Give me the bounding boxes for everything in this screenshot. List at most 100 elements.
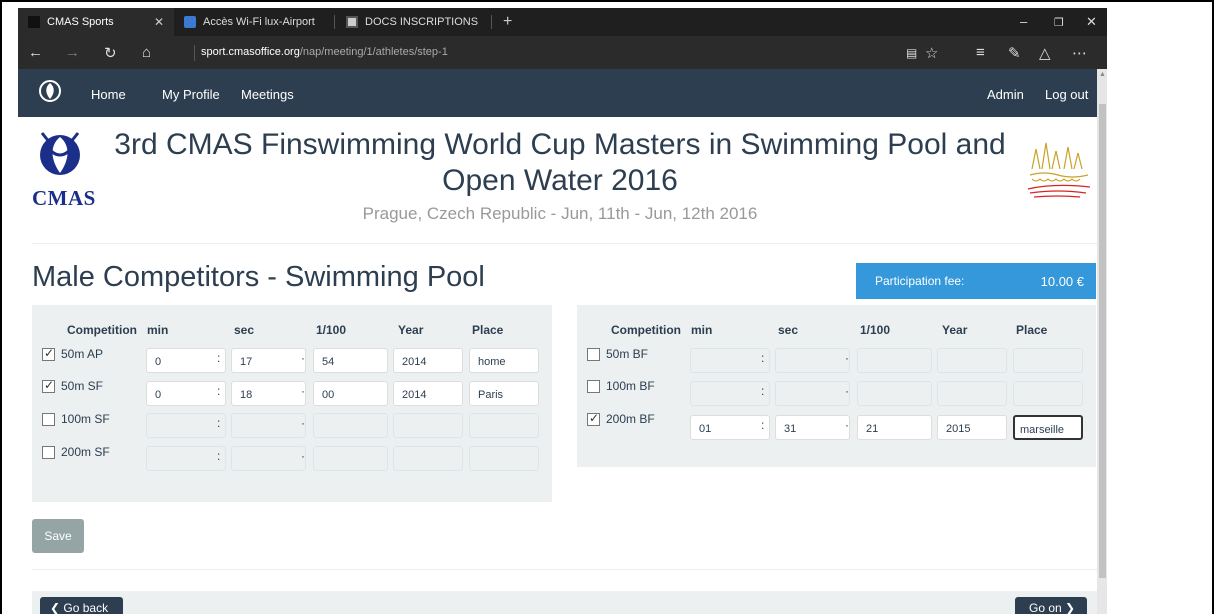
col-competition: Competition	[611, 323, 681, 337]
year-input[interactable]: 2014	[393, 381, 463, 406]
url-field[interactable]: sport.cmasoffice.org/nap/meeting/1/athle…	[201, 46, 448, 58]
left-competition-panel: Competition min sec 1/100 Year Place 50m…	[32, 305, 552, 502]
place-input[interactable]: marseille	[1013, 415, 1083, 440]
event-checkbox[interactable]	[587, 347, 600, 361]
event-subtitle: Prague, Czech Republic - Jun, 11th - Jun…	[362, 204, 758, 223]
nav-logout[interactable]: Log out	[1045, 87, 1088, 102]
reading-view-icon[interactable]: ▤	[906, 46, 917, 60]
hundredths-input[interactable]	[313, 446, 388, 471]
new-tab-button[interactable]: +	[503, 8, 512, 36]
sec-input[interactable]: 18	[231, 381, 306, 406]
tab-label: DOCS INSCRIPTIONS	[365, 16, 479, 28]
sec-input[interactable]	[231, 413, 306, 438]
year-input[interactable]	[937, 348, 1007, 373]
home-icon[interactable]: ⌂	[142, 44, 151, 61]
hundredths-input[interactable]	[313, 413, 388, 438]
min-input[interactable]	[146, 413, 226, 438]
hundredths-input[interactable]: 54	[313, 348, 388, 373]
hundredths-input[interactable]	[857, 381, 932, 406]
tab-favicon-icon	[28, 16, 40, 28]
minimize-icon[interactable]: –	[1020, 14, 1027, 29]
event-checkbox[interactable]	[42, 412, 55, 426]
tab-wifi-airport[interactable]: Accès Wi-Fi lux-Airport	[174, 8, 332, 36]
min-input[interactable]	[690, 348, 770, 373]
hundredths-input[interactable]	[857, 348, 932, 373]
min-input[interactable]: 0	[146, 348, 226, 373]
place-input[interactable]	[1013, 348, 1083, 373]
go-on-label: Go on	[1029, 601, 1062, 614]
nav-admin[interactable]: Admin	[987, 87, 1024, 102]
nav-meetings[interactable]: Meetings	[241, 87, 294, 102]
tab-docs-inscriptions[interactable]: DOCS INSCRIPTIONS	[336, 8, 488, 36]
cmas-nav-logo-icon[interactable]	[38, 79, 62, 103]
scroll-up-icon[interactable]: ▲	[1099, 71, 1106, 78]
refresh-icon[interactable]: ↻	[104, 44, 117, 62]
place-input[interactable]	[469, 446, 539, 471]
sec-input[interactable]	[775, 381, 850, 406]
event-row-100m-sf[interactable]: 100m SF	[42, 412, 110, 426]
go-back-button[interactable]: ❮ Go back	[40, 597, 123, 614]
min-input[interactable]: 0	[146, 381, 226, 406]
min-input[interactable]: 01	[690, 415, 770, 440]
year-input[interactable]: 2014	[393, 348, 463, 373]
browser-tab-strip: CMAS Sports ✕ Accès Wi-Fi lux-Airport DO…	[18, 8, 1107, 36]
sec-input[interactable]: 17	[231, 348, 306, 373]
place-input[interactable]	[469, 413, 539, 438]
web-note-icon[interactable]: ✎	[1008, 44, 1021, 62]
col-place: Place	[1016, 323, 1048, 337]
event-row-100m-bf[interactable]: 100m BF	[587, 379, 655, 393]
event-checkbox[interactable]	[587, 379, 600, 393]
url-host: sport.cmasoffice.org	[201, 46, 300, 58]
sec-input[interactable]: 31	[775, 415, 850, 440]
event-checkbox[interactable]	[42, 346, 55, 361]
hundredths-input[interactable]: 21	[857, 415, 932, 440]
close-window-icon[interactable]: ✕	[1086, 14, 1097, 30]
year-input[interactable]	[937, 381, 1007, 406]
col-sec: sec	[778, 323, 799, 337]
place-input[interactable]: home	[469, 348, 539, 373]
event-row-200m-bf[interactable]: 200m BF	[587, 411, 655, 426]
forward-icon[interactable]: →	[65, 44, 80, 61]
event-row-50m-bf[interactable]: 50m BF	[587, 347, 648, 361]
back-icon[interactable]: ←	[28, 44, 43, 61]
save-button[interactable]: Save	[32, 519, 84, 553]
footer-divider	[32, 569, 1097, 570]
nav-my-profile[interactable]: My Profile	[162, 87, 220, 102]
favorite-star-icon[interactable]: ☆	[925, 44, 938, 62]
go-back-label: Go back	[63, 601, 109, 614]
tab-cmas-sports[interactable]: CMAS Sports ✕	[18, 8, 174, 36]
dot-separator: ·	[845, 418, 849, 432]
participation-fee-box: Participation fee: 10.00 €	[856, 263, 1096, 299]
year-input[interactable]	[393, 413, 463, 438]
year-input[interactable]	[393, 446, 463, 471]
share-icon[interactable]: △	[1039, 44, 1051, 62]
docs-favicon-icon	[346, 16, 358, 28]
min-input[interactable]	[146, 446, 226, 471]
event-checkbox[interactable]	[42, 378, 55, 393]
sec-input[interactable]	[775, 348, 850, 373]
event-row-200m-sf[interactable]: 200m SF	[42, 445, 110, 459]
event-checkbox[interactable]	[587, 411, 600, 426]
dot-separator: ·	[845, 384, 849, 398]
col-sec: sec	[234, 323, 255, 337]
event-row-50m-ap[interactable]: 50m AP	[42, 346, 103, 361]
place-input[interactable]	[1013, 381, 1083, 406]
min-input[interactable]	[690, 381, 770, 406]
url-divider	[194, 45, 195, 61]
sec-input[interactable]	[231, 446, 306, 471]
close-tab-icon[interactable]: ✕	[154, 15, 164, 29]
restore-icon[interactable]: ❐	[1054, 16, 1064, 29]
hub-icon[interactable]: ≡	[976, 44, 985, 61]
go-on-button[interactable]: Go on ❯	[1015, 597, 1087, 614]
header-divider	[32, 243, 1097, 244]
scrollbar-thumb[interactable]	[1099, 104, 1106, 578]
place-input[interactable]: Paris	[469, 381, 539, 406]
hundredths-input[interactable]: 00	[313, 381, 388, 406]
event-row-50m-sf[interactable]: 50m SF	[42, 378, 103, 393]
nav-home[interactable]: Home	[91, 87, 126, 102]
event-label: 100m BF	[606, 379, 655, 393]
right-competition-panel: Competition min sec 1/100 Year Place 50m…	[577, 305, 1096, 467]
more-icon[interactable]: ⋯	[1072, 44, 1087, 62]
year-input[interactable]: 2015	[937, 415, 1007, 440]
event-checkbox[interactable]	[42, 445, 55, 459]
